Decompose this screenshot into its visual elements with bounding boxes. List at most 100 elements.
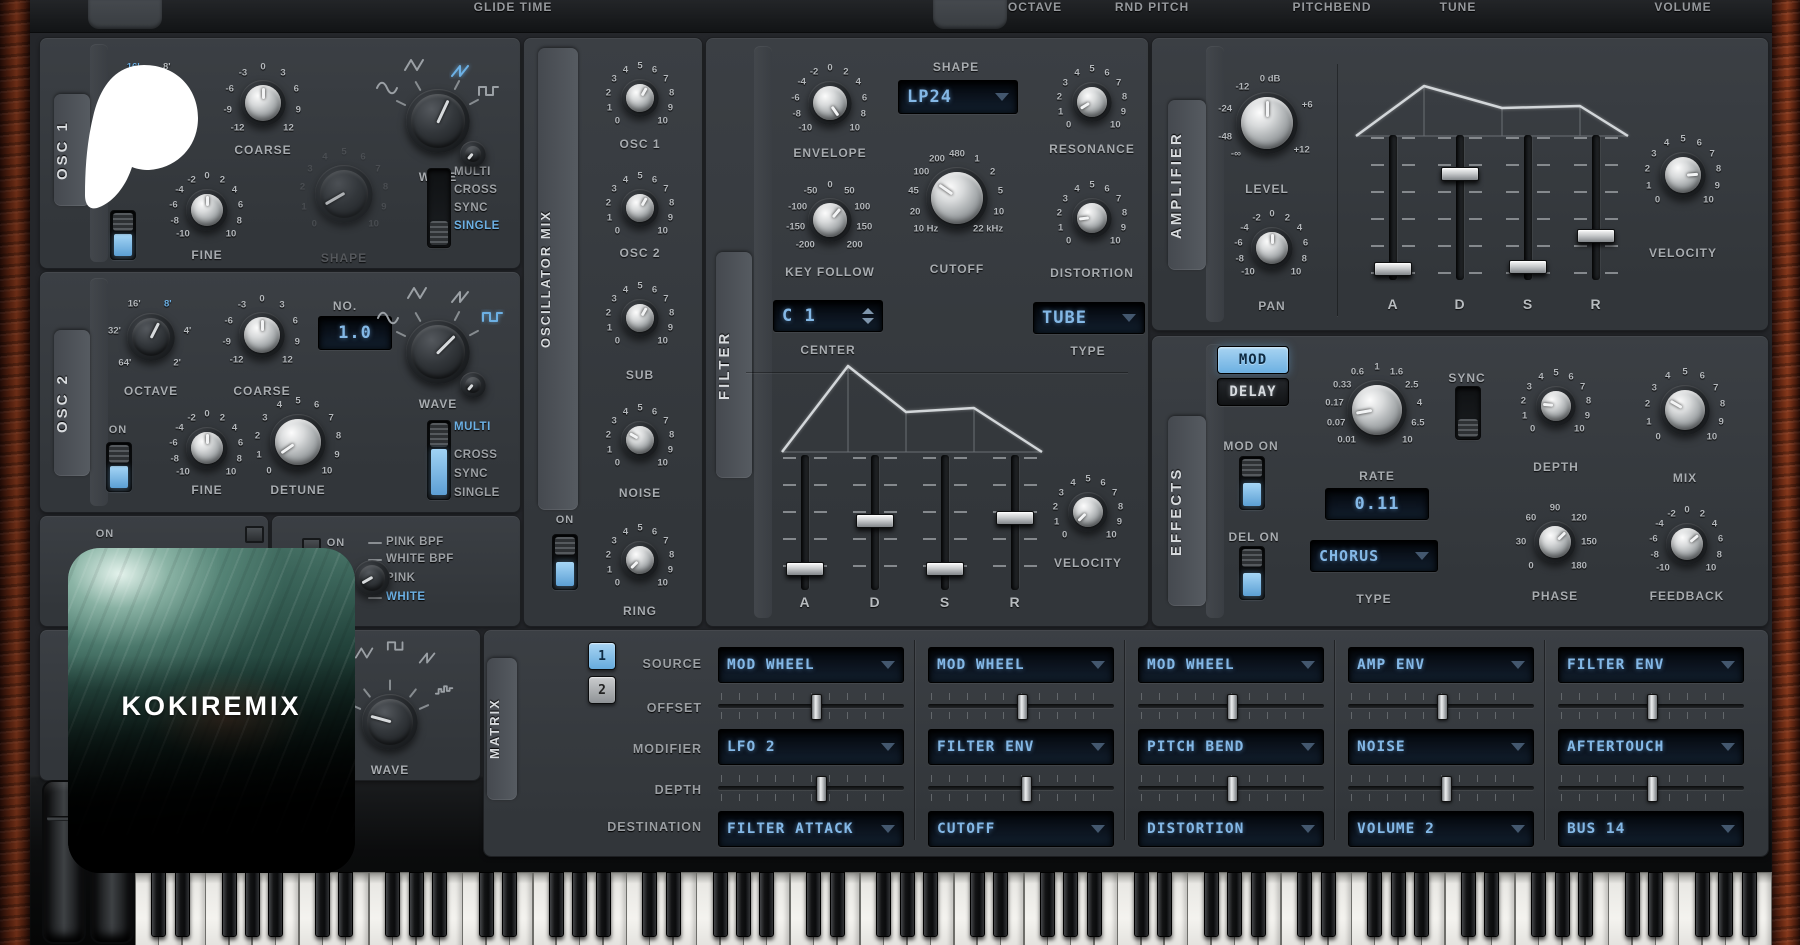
piano-key-black[interactable] [1367, 872, 1382, 937]
piano-key-black[interactable] [385, 872, 400, 937]
del-on-switch[interactable] [1239, 546, 1265, 600]
pulse-wave-icon[interactable] [481, 309, 505, 325]
piano-key-black[interactable] [432, 872, 447, 937]
piano-key-black[interactable] [572, 872, 587, 937]
piano-key-black[interactable] [409, 872, 424, 937]
piano-key-black[interactable] [175, 872, 190, 937]
modifier-dropdown[interactable]: NOISE [1348, 729, 1534, 765]
depth-slider[interactable] [1348, 775, 1534, 801]
piano-key-black[interactable] [1251, 872, 1266, 937]
mod-on-switch[interactable] [1239, 456, 1265, 510]
osc2-on-switch[interactable] [106, 442, 132, 492]
offset-slider[interactable] [1558, 693, 1744, 719]
filter-decay-slider[interactable] [853, 455, 897, 590]
osc1-coarse-knob[interactable]: -12-9-6-3036912 [240, 80, 286, 126]
piano-key-black[interactable] [222, 872, 237, 937]
mix-osc1-knob[interactable]: 012345678910 [621, 79, 659, 117]
cutoff-knob[interactable]: 10 Hz20451002004801251022 kHz [926, 167, 988, 229]
filter-type-dropdown[interactable]: TUBE [1033, 302, 1145, 334]
slider-handle[interactable] [1441, 167, 1479, 181]
osc1-shape-knob[interactable]: 012345678910 [315, 165, 373, 223]
filter-release-slider[interactable] [993, 455, 1037, 590]
sine-wave-icon[interactable] [375, 80, 399, 96]
osc2-mode-multi[interactable]: MULTI [454, 421, 491, 433]
piano-key-black[interactable] [993, 872, 1008, 937]
osc2-detune-knob[interactable]: 012345678910 [270, 414, 326, 470]
mix-knob[interactable]: 012345678910 [1660, 385, 1710, 435]
osc2-mode-sync[interactable]: SYNC [454, 468, 488, 480]
piano-key-black[interactable] [1531, 872, 1546, 937]
slider-handle[interactable] [1441, 776, 1452, 802]
sine-wave-icon[interactable] [376, 310, 400, 326]
slider-handle[interactable] [786, 562, 824, 576]
piano-key-black[interactable] [1555, 872, 1570, 937]
noise-type-pink-bpf[interactable]: PINK BPF [386, 536, 444, 548]
piano-key-black[interactable] [900, 872, 915, 937]
slider-handle[interactable] [816, 776, 827, 802]
piano-key-black[interactable] [970, 872, 985, 937]
modifier-dropdown[interactable]: LFO 2 [718, 729, 904, 765]
mix-osc2-knob[interactable]: 012345678910 [621, 189, 659, 227]
mix-sub-knob[interactable]: 012345678910 [621, 299, 659, 337]
osc2-fine-knob[interactable]: -10-8-6-4-20246810 [186, 427, 228, 469]
piano-key-black[interactable] [876, 872, 891, 937]
slider-handle[interactable] [1437, 694, 1448, 720]
piano-key-black[interactable] [268, 872, 283, 937]
square-wave-icon[interactable] [386, 639, 408, 654]
mod-button[interactable]: MOD [1217, 346, 1289, 374]
noise-type-pink[interactable]: PINK [386, 572, 415, 584]
piano-key-black[interactable] [596, 872, 611, 937]
piano-key-black[interactable] [1648, 872, 1663, 937]
modifier-dropdown[interactable]: FILTER ENV [928, 729, 1114, 765]
amp-velocity-knob[interactable]: 012345678910 [1660, 152, 1706, 198]
osc1-mode-single[interactable]: SINGLE [454, 220, 500, 232]
piano-key-black[interactable] [713, 872, 728, 937]
piano-key-black[interactable] [1040, 872, 1055, 937]
piano-key-black[interactable] [1063, 872, 1078, 937]
destination-dropdown[interactable]: FILTER ATTACK [718, 811, 904, 847]
slider-handle[interactable] [1374, 262, 1412, 276]
osc2-octave-knob[interactable]: 64'32'16'8'4'2' [127, 313, 175, 361]
triangle-wave-icon[interactable] [354, 646, 376, 661]
noise-type-white-bpf[interactable]: WHITE BPF [386, 553, 454, 565]
piano-key-black[interactable] [1578, 872, 1593, 937]
destination-dropdown[interactable]: CUTOFF [928, 811, 1114, 847]
phase-knob[interactable]: 0306090120150180 [1534, 521, 1576, 563]
slider-handle[interactable] [996, 511, 1034, 525]
piano-key-black[interactable] [642, 872, 657, 937]
mix-noise-knob[interactable]: 012345678910 [621, 421, 659, 459]
offset-slider[interactable] [928, 693, 1114, 719]
matrix-page-2-button[interactable]: 2 [588, 676, 616, 704]
depth-slider[interactable] [1138, 775, 1324, 801]
slider-handle[interactable] [1227, 776, 1238, 802]
slider-handle[interactable] [856, 514, 894, 528]
piano-key-black[interactable] [549, 872, 564, 937]
amp-sustain-slider[interactable] [1506, 135, 1550, 280]
slider-handle[interactable] [1021, 776, 1032, 802]
slider-handle[interactable] [1647, 776, 1658, 802]
destination-dropdown[interactable]: DISTORTION [1138, 811, 1324, 847]
piano-key-black[interactable] [1695, 872, 1710, 937]
modifier-dropdown[interactable]: AFTERTOUCH [1558, 729, 1744, 765]
piano-key-black[interactable] [1718, 872, 1733, 937]
ring-on-switch[interactable] [552, 534, 578, 590]
triangle-wave-icon[interactable] [403, 57, 427, 73]
filter-velocity-knob[interactable]: 012345678910 [1068, 492, 1108, 532]
osc1-mode-multi[interactable]: MULTI [454, 166, 491, 178]
piano-key-black[interactable] [1742, 872, 1757, 937]
piano-key-black[interactable] [1391, 872, 1406, 937]
modifier-dropdown[interactable]: PITCH BEND [1138, 729, 1324, 765]
filter-shape-dropdown[interactable]: LP24 [898, 80, 1018, 114]
piano-key-black[interactable] [502, 872, 517, 937]
distortion-knob[interactable]: 012345678910 [1072, 198, 1112, 238]
delay-button[interactable]: DELAY [1217, 378, 1289, 406]
noise-type-white[interactable]: WHITE [386, 591, 426, 603]
osc2-coarse-knob[interactable]: -12-9-6-3036912 [239, 312, 285, 358]
piano-key-black[interactable] [736, 872, 751, 937]
osc1-mode-cross[interactable]: CROSS [454, 184, 497, 196]
depth-knob[interactable]: 012345678910 [1536, 386, 1576, 426]
piano-key-black[interactable] [1461, 872, 1476, 937]
slider-handle[interactable] [1647, 694, 1658, 720]
lfo-wave-knob[interactable] [362, 694, 418, 750]
depth-slider[interactable] [1558, 775, 1744, 801]
